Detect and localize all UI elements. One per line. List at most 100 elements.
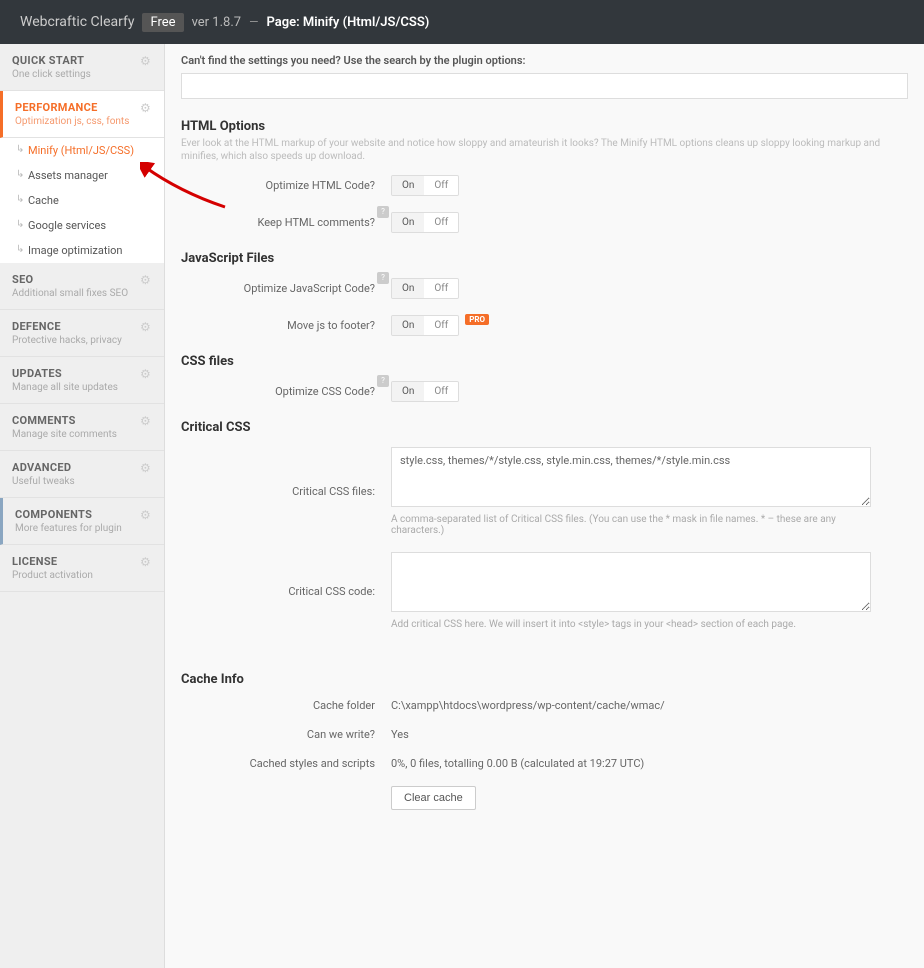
toggle[interactable]: OnOff	[391, 315, 459, 336]
group-sub: Product activation	[12, 570, 152, 581]
section-title: Critical CSS	[181, 420, 908, 435]
group-title: SEO	[12, 273, 152, 286]
group-icon: ⚙	[140, 508, 154, 522]
toggle-on[interactable]: On	[392, 279, 424, 298]
hint-icon[interactable]: ?	[377, 206, 389, 218]
field-label: Optimize HTML Code?	[181, 179, 391, 192]
field-row: Optimize CSS Code??OnOff	[165, 373, 924, 410]
toggle-off[interactable]: Off	[424, 176, 458, 195]
toggle[interactable]: OnOff	[391, 212, 459, 233]
sidebar-item-google-services[interactable]: Google services	[0, 213, 164, 238]
group-sub: One click settings	[12, 69, 152, 80]
sidebar-item-cache[interactable]: Cache	[0, 188, 164, 213]
section-title: JavaScript Files	[181, 251, 908, 266]
pro-badge: PRO	[465, 314, 489, 325]
hint-icon[interactable]: ?	[377, 375, 389, 387]
field-label: Cached styles and scripts	[181, 757, 391, 770]
field-value: 0%, 0 files, totalling 0.00 B (calculate…	[391, 757, 908, 770]
toggle-off[interactable]: Off	[424, 382, 458, 401]
field-label: Cache folder	[181, 699, 391, 712]
group-icon: ⚙	[140, 320, 154, 334]
toggle[interactable]: OnOff	[391, 175, 459, 196]
toggle-on[interactable]: On	[392, 213, 424, 232]
clear-cache-row: Clear cache	[165, 778, 924, 818]
field-row: Keep HTML comments??OnOff	[165, 204, 924, 241]
toggle-on[interactable]: On	[392, 382, 424, 401]
section-title: Cache Info	[181, 672, 908, 687]
group-title: QUICK START	[12, 54, 152, 67]
search-label: Can't find the settings you need? Use th…	[181, 54, 908, 67]
sidebar-group-comments[interactable]: COMMENTS Manage site comments⚙	[0, 404, 164, 451]
cache-info-row: Cached styles and scripts0%, 0 files, to…	[165, 749, 924, 778]
group-sub: Useful tweaks	[12, 476, 152, 487]
group-sub: More features for plugin	[15, 523, 152, 534]
section-css-header: CSS files	[165, 344, 924, 373]
section-title: HTML Options	[181, 119, 908, 134]
sidebar-item-minify-html-js-css-[interactable]: Minify (Html/JS/CSS)	[0, 138, 164, 163]
brand-name: Webcraftic Clearfy	[20, 14, 134, 30]
group-sub: Optimization js, css, fonts	[15, 116, 152, 127]
critical-code-input[interactable]	[391, 552, 871, 612]
critical-files-input[interactable]: style.css, themes/*/style.css, style.min…	[391, 447, 871, 507]
field-label: Keep HTML comments??	[181, 216, 391, 229]
group-sub: Manage site comments	[12, 429, 152, 440]
sidebar-group-components[interactable]: COMPONENTSMore features for plugin⚙	[0, 498, 164, 545]
critical-code-row: Critical CSS code: Add critical CSS here…	[165, 544, 924, 638]
field-help: Add critical CSS here. We will insert it…	[391, 619, 871, 630]
section-cache-header: Cache Info	[165, 662, 924, 691]
sidebar-item-image-optimization[interactable]: Image optimization	[0, 238, 164, 263]
group-icon: ⚙	[140, 555, 154, 569]
clear-cache-button[interactable]: Clear cache	[391, 786, 476, 810]
group-icon: ⚙	[140, 367, 154, 381]
main-content: Can't find the settings you need? Use th…	[165, 44, 924, 968]
hint-icon[interactable]: ?	[377, 272, 389, 284]
sidebar-group-license[interactable]: LICENSEProduct activation⚙	[0, 545, 164, 592]
field-value: Yes	[391, 728, 908, 741]
group-sub: Manage all site updates	[12, 382, 152, 393]
sidebar-group-seo[interactable]: SEOAdditional small fixes SEO⚙	[0, 263, 164, 310]
field-label: Critical CSS code:	[181, 585, 391, 598]
field-help: A comma-separated list of Critical CSS f…	[391, 514, 871, 536]
separator: —	[249, 15, 258, 29]
sidebar-group-quick-start[interactable]: QUICK START One click settings⚙	[0, 44, 164, 91]
search-row: Can't find the settings you need? Use th…	[165, 44, 924, 109]
sidebar-group-performance[interactable]: PERFORMANCEOptimization js, css, fonts⚙	[0, 91, 164, 138]
group-icon: ⚙	[140, 461, 154, 475]
toggle-off[interactable]: Off	[424, 213, 458, 232]
cache-info-row: Cache folderC:\xampp\htdocs\wordpress/wp…	[165, 691, 924, 720]
group-title: DEFENCE	[12, 320, 152, 333]
toggle-off[interactable]: Off	[424, 316, 458, 335]
toggle[interactable]: OnOff	[391, 381, 459, 402]
group-icon: ⚙	[140, 54, 154, 68]
cache-info-row: Can we write?Yes	[165, 720, 924, 749]
group-title: PERFORMANCE	[15, 101, 152, 114]
section-title: CSS files	[181, 354, 908, 369]
version-text: ver 1.8.7	[192, 15, 242, 30]
field-row: Optimize HTML Code?OnOff	[165, 167, 924, 204]
field-label: Optimize JavaScript Code??	[181, 282, 391, 295]
group-title: UPDATES	[12, 367, 152, 380]
sidebar-group-advanced[interactable]: ADVANCEDUseful tweaks⚙	[0, 451, 164, 498]
toggle-on[interactable]: On	[392, 316, 424, 335]
search-input[interactable]	[181, 73, 908, 99]
section-js-header: JavaScript Files	[165, 241, 924, 270]
field-label: Can we write?	[181, 728, 391, 741]
toggle-on[interactable]: On	[392, 176, 424, 195]
toggle-off[interactable]: Off	[424, 279, 458, 298]
group-icon: ⚙	[140, 414, 154, 428]
field-label: Critical CSS files:	[181, 485, 391, 498]
page-title: Page: Minify (Html/JS/CSS)	[266, 15, 429, 30]
critical-files-row: Critical CSS files: style.css, themes/*/…	[165, 439, 924, 544]
sidebar-group-defence[interactable]: DEFENCE Protective hacks, privacy⚙	[0, 310, 164, 357]
sidebar-group-updates[interactable]: UPDATES Manage all site updates⚙	[0, 357, 164, 404]
group-icon: ⚙	[140, 273, 154, 287]
field-label: Optimize CSS Code??	[181, 385, 391, 398]
group-title: COMMENTS	[12, 414, 152, 427]
sidebar-item-assets-manager[interactable]: Assets manager	[0, 163, 164, 188]
field-label: Move js to footer?	[181, 319, 391, 332]
sidebar: QUICK STARTOne click settings⚙PERFORMANC…	[0, 44, 165, 968]
field-value: C:\xampp\htdocs\wordpress/wp-content/cac…	[391, 699, 908, 712]
toggle[interactable]: OnOff	[391, 278, 459, 299]
group-sub: Protective hacks, privacy	[12, 335, 152, 346]
section-critical-header: Critical CSS	[165, 410, 924, 439]
